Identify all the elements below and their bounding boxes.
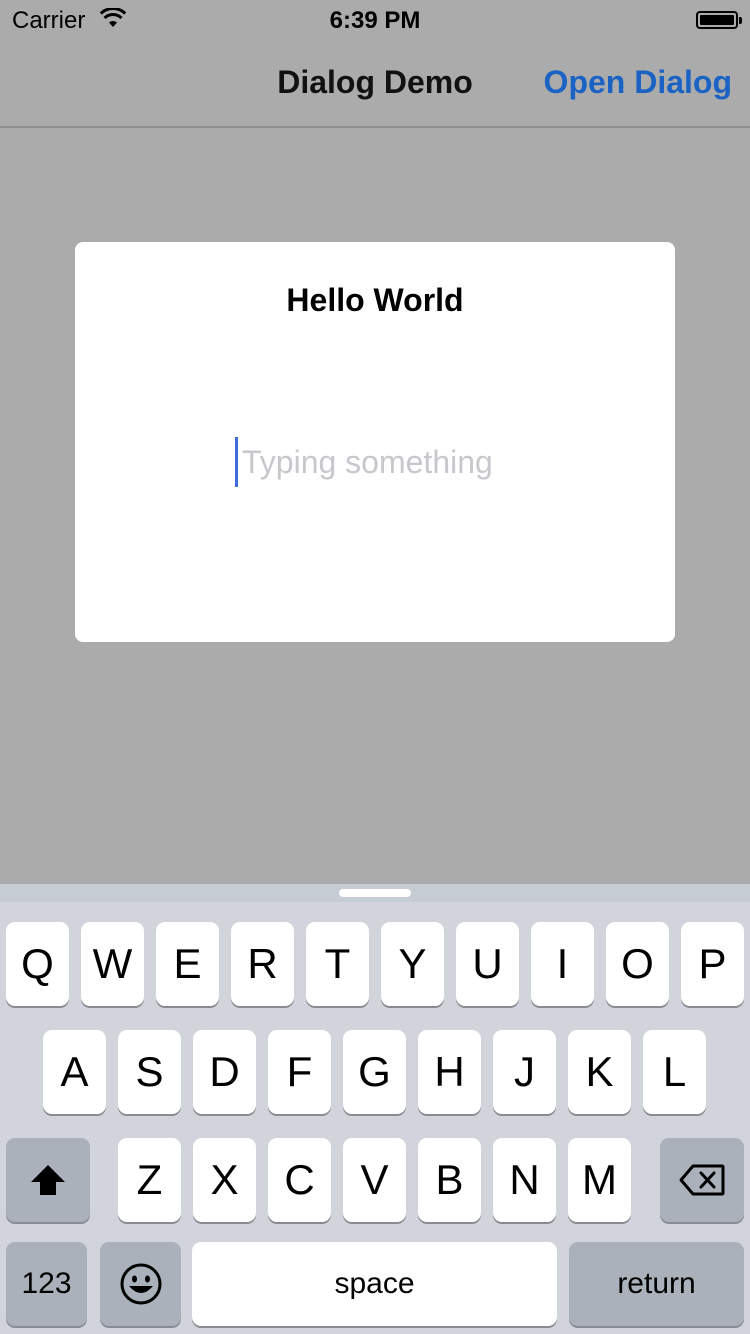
- key-h[interactable]: H: [418, 1030, 481, 1114]
- key-k[interactable]: K: [568, 1030, 631, 1114]
- key-l[interactable]: L: [643, 1030, 706, 1114]
- keyboard-drag-area: [0, 884, 750, 902]
- key-d[interactable]: D: [193, 1030, 256, 1114]
- dialog-title: Hello World: [286, 282, 464, 318]
- navigation-bar: Dialog Demo Open Dialog: [0, 40, 750, 128]
- key-y[interactable]: Y: [381, 922, 444, 1006]
- key-i[interactable]: I: [531, 922, 594, 1006]
- delete-icon: [679, 1164, 725, 1196]
- return-key[interactable]: return: [569, 1242, 744, 1326]
- key-t[interactable]: T: [306, 922, 369, 1006]
- emoji-icon: [120, 1263, 161, 1305]
- key-v[interactable]: V: [343, 1138, 406, 1222]
- key-r[interactable]: R: [231, 922, 294, 1006]
- battery-icon: [696, 11, 742, 29]
- key-g[interactable]: G: [343, 1030, 406, 1114]
- open-dialog-button[interactable]: Open Dialog: [544, 64, 732, 101]
- numbers-key[interactable]: 123: [6, 1242, 87, 1326]
- status-bar: Carrier 6:39 PM: [0, 0, 750, 40]
- key-m[interactable]: M: [568, 1138, 631, 1222]
- key-q[interactable]: Q: [6, 922, 69, 1006]
- key-n[interactable]: N: [493, 1138, 556, 1222]
- key-z[interactable]: Z: [118, 1138, 181, 1222]
- keyboard-handle[interactable]: [339, 889, 411, 897]
- space-key[interactable]: space: [192, 1242, 557, 1326]
- emoji-key[interactable]: [100, 1242, 181, 1326]
- key-b[interactable]: B: [418, 1138, 481, 1222]
- delete-key[interactable]: [660, 1138, 744, 1222]
- key-x[interactable]: X: [193, 1138, 256, 1222]
- shift-icon: [31, 1165, 65, 1195]
- keyboard: QWERTYUIOP ASDFGHJKL ZXCVBNM 123 space ret…: [0, 884, 750, 1334]
- key-j[interactable]: J: [493, 1030, 556, 1114]
- shift-key[interactable]: [6, 1138, 90, 1222]
- key-u[interactable]: U: [456, 922, 519, 1006]
- key-e[interactable]: E: [156, 922, 219, 1006]
- key-w[interactable]: W: [81, 922, 144, 1006]
- key-s[interactable]: S: [118, 1030, 181, 1114]
- key-f[interactable]: F: [268, 1030, 331, 1114]
- dialog: Hello World: [75, 242, 675, 642]
- status-time: 6:39 PM: [329, 7, 421, 34]
- key-c[interactable]: C: [268, 1138, 331, 1222]
- dialog-text-input[interactable]: [235, 437, 522, 487]
- key-o[interactable]: O: [606, 922, 669, 1006]
- key-p[interactable]: P: [681, 922, 744, 1006]
- key-a[interactable]: A: [43, 1030, 106, 1114]
